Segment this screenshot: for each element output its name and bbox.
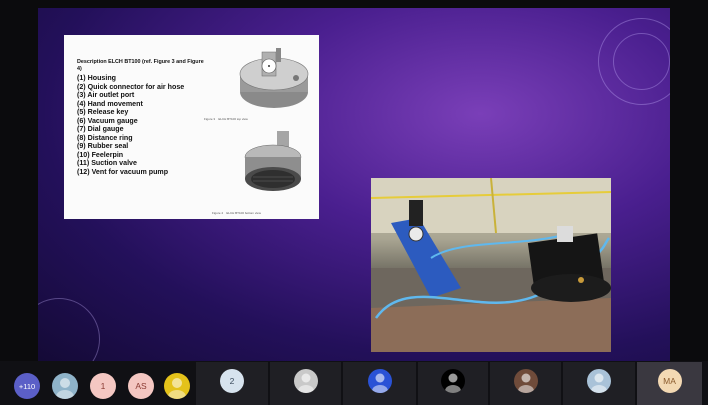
participant-tile[interactable] bbox=[490, 362, 561, 405]
parts-list-item: (6) Vacuum gauge bbox=[77, 116, 138, 125]
participant-tile[interactable] bbox=[343, 362, 416, 405]
parts-list-item: (7) Dial gauge bbox=[77, 125, 124, 133]
decor-ring bbox=[38, 298, 100, 361]
participant-initials-avatar[interactable]: 1 bbox=[90, 373, 116, 399]
document-slide: Description ELCH BT100 (ref. Figure 3 an… bbox=[64, 35, 319, 219]
participant-avatar bbox=[293, 369, 318, 393]
device-photo bbox=[371, 178, 611, 352]
figure-caption: Figure 3 ELCH BT100 top view bbox=[204, 117, 248, 121]
document-title: Description ELCH BT100 (ref. Figure 3 an… bbox=[77, 59, 204, 72]
parts-list-item: (1) Housing bbox=[77, 74, 117, 82]
participant-initials-avatar[interactable]: AS bbox=[128, 373, 154, 399]
participant-tile[interactable] bbox=[563, 362, 635, 405]
photo-scene bbox=[371, 178, 611, 352]
overflow-count-badge[interactable]: +110 bbox=[14, 373, 40, 399]
participant-tile[interactable]: MA bbox=[637, 362, 702, 405]
parts-list-item: (8) Distance ring bbox=[77, 133, 133, 142]
parts-list-item: (4) Hand movement bbox=[77, 99, 143, 108]
participant-avatar bbox=[367, 369, 392, 393]
parts-list-item: (5) Release key bbox=[77, 108, 129, 116]
parts-list-item: (10) Feelerpin bbox=[77, 150, 124, 159]
device-figure-top bbox=[239, 48, 309, 108]
participant-photo-avatar[interactable] bbox=[164, 373, 190, 399]
participant-avatar bbox=[513, 369, 538, 393]
parts-list-item: (2) Quick connector for air hose bbox=[77, 82, 185, 91]
participant-avatar: 2 bbox=[220, 369, 244, 393]
participant-avatar bbox=[587, 369, 611, 393]
parts-list-item: (11) Suction valve bbox=[77, 159, 137, 167]
decor-ring bbox=[613, 33, 670, 90]
participant-tile[interactable] bbox=[270, 362, 341, 405]
participant-avatar: MA bbox=[657, 369, 682, 393]
participant-tile[interactable] bbox=[418, 362, 488, 405]
participant-avatar bbox=[441, 369, 465, 393]
device-figure-bottom bbox=[244, 131, 302, 191]
participant-photo-avatar[interactable] bbox=[52, 373, 78, 399]
parts-list-item: (12) Vent for vacuum pump bbox=[77, 167, 169, 176]
parts-list-item: (3) Air outlet port bbox=[77, 91, 135, 99]
parts-list: (1) Housing (2) Quick connector for air h… bbox=[77, 74, 184, 176]
participant-tile[interactable]: 2 bbox=[196, 362, 268, 405]
parts-list-item: (9) Rubber seal bbox=[77, 142, 129, 150]
figure-caption: Figure 4 ELCH BT100 bottom view bbox=[212, 211, 261, 215]
shared-screen: Description ELCH BT100 (ref. Figure 3 an… bbox=[38, 8, 670, 361]
